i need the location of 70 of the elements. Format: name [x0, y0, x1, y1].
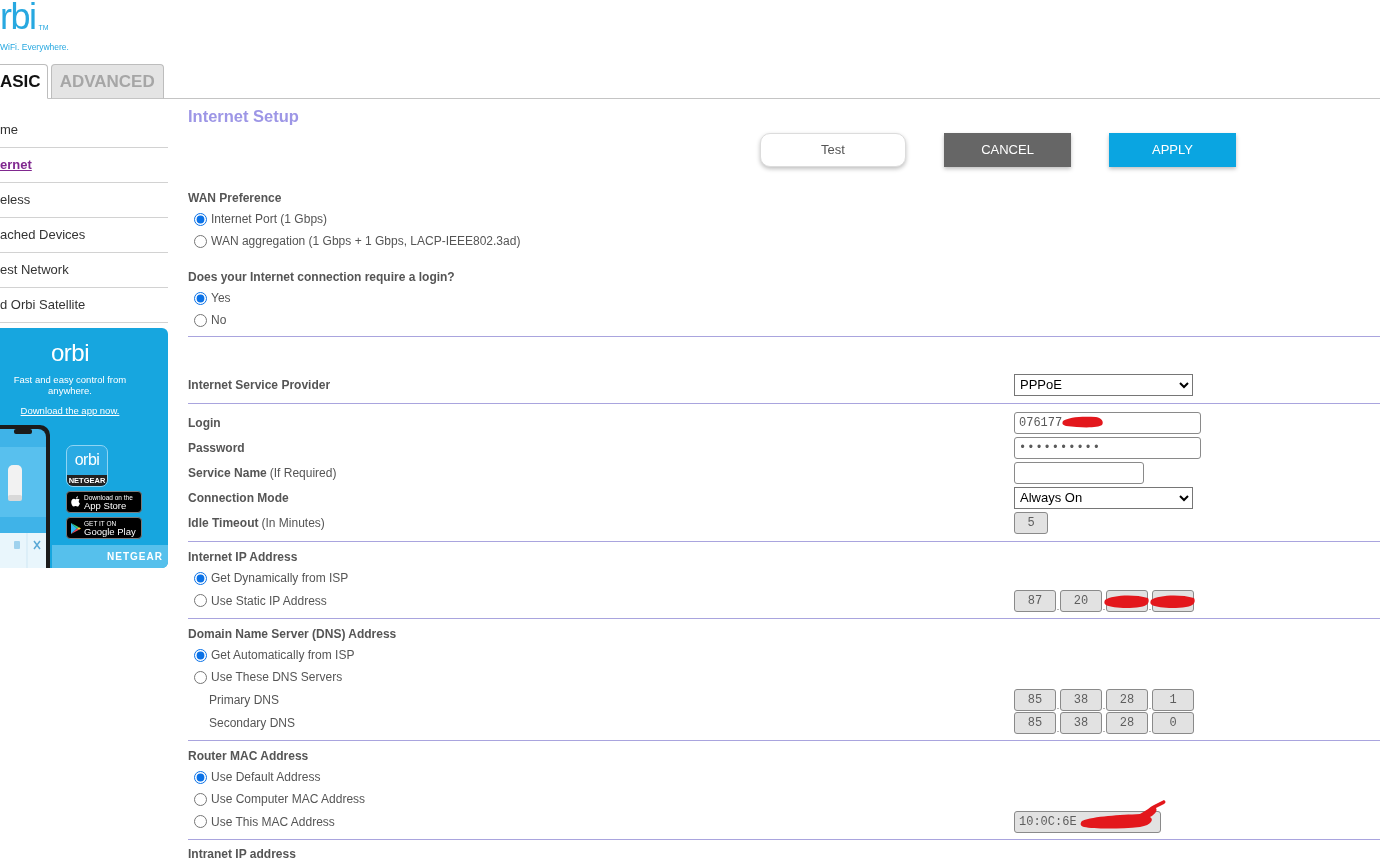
option-label: No [211, 312, 227, 329]
field-label: Connection Mode [188, 489, 289, 507]
option-label: Internet Port (1 Gbps) [211, 211, 328, 228]
section-heading: Domain Name Server (DNS) Address [188, 625, 397, 643]
section-heading: Does your Internet connection require a login? [188, 268, 455, 286]
field-hint: (In Minutes) [261, 514, 325, 532]
option-label: Yes [211, 290, 231, 307]
field-label: Login [188, 414, 221, 432]
field-hint: (If Required) [269, 464, 337, 482]
octet-separator: . [1102, 700, 1106, 711]
radio-button[interactable] [194, 291, 207, 305]
option-label: WAN aggregation (1 Gbps + 1 Gbps, LACP-IEEE802.3ad) [211, 233, 521, 250]
section-heading: Internet IP Address [188, 548, 298, 566]
octet-separator: . [1148, 723, 1152, 734]
field-label: Password [188, 439, 245, 457]
section-heading: Intranet IP address [188, 845, 296, 863]
field-label: Idle Timeout [188, 514, 259, 532]
octet-separator: . [1056, 700, 1060, 711]
option-label: Get Automatically from ISP [211, 647, 355, 664]
octet-separator: . [1056, 723, 1060, 734]
option-label: Use These DNS Servers [211, 669, 343, 686]
octet-separator: . [1102, 723, 1106, 734]
section-heading: Router MAC Address [188, 747, 309, 765]
sidebar-item[interactable]: eless [0, 183, 168, 218]
field-label: Service Name [188, 464, 267, 482]
radio-button[interactable] [194, 234, 207, 248]
sidebar-item[interactable]: d Orbi Satellite [0, 288, 168, 323]
password-field[interactable]: •••••••••• [1014, 436, 1201, 459]
radio-button[interactable] [194, 571, 207, 585]
octet-separator: . [1148, 601, 1152, 612]
option-label: Get Dynamically from ISP [211, 570, 349, 587]
test-button[interactable]: Test [760, 133, 906, 167]
octet-separator: . [1056, 601, 1060, 612]
section-heading: WAN Preference [188, 189, 282, 207]
sidebar-item[interactable]: est Network [0, 253, 168, 288]
tab[interactable]: ASIC [0, 64, 48, 99]
radio-button[interactable] [194, 815, 207, 828]
radio-button[interactable] [194, 594, 207, 607]
radio-button[interactable] [194, 770, 207, 784]
octet-separator: . [1102, 601, 1106, 612]
field-label: Internet Service Provider [188, 376, 331, 394]
radio-button[interactable] [194, 212, 207, 226]
field-label: Primary DNS [209, 691, 279, 709]
option-label: Use Default Address [211, 769, 321, 786]
radio-button[interactable] [194, 313, 207, 327]
apple-icon [71, 496, 81, 508]
field-label: Secondary DNS [209, 714, 296, 732]
dropdown[interactable]: Always On [1014, 486, 1193, 509]
cancel-button[interactable]: CANCEL [944, 133, 1071, 167]
brand-footer: NETGEAR [52, 545, 168, 568]
sidebar-item[interactable]: ernet [0, 148, 168, 183]
octet-separator: . [1148, 700, 1152, 711]
input-field[interactable] [1014, 461, 1144, 484]
radio-button[interactable] [194, 670, 207, 684]
sidebar-item[interactable]: me [0, 113, 168, 148]
promo-text: Fast and easy control from anywhere. [12, 374, 128, 396]
option-label: Use Static IP Address [211, 592, 327, 610]
input-field[interactable]: 076177 [1014, 411, 1201, 434]
promo-logo: orbi [51, 341, 89, 365]
app-wordmark: orbi [73, 451, 101, 469]
option-label: Use Computer MAC Address [211, 791, 366, 808]
logo-wordmark: rbi [0, 2, 36, 32]
radio-button[interactable] [194, 792, 207, 806]
play-icon [71, 522, 81, 534]
sidebar-item[interactable]: ached Devices [0, 218, 168, 253]
page-title: Internet Setup [188, 106, 299, 126]
option-label: Use This MAC Address [211, 813, 335, 831]
logo-tagline: WiFi. Everywhere. [0, 42, 69, 52]
radio-button[interactable] [194, 648, 207, 662]
dropdown[interactable]: PPPoE [1014, 373, 1193, 396]
